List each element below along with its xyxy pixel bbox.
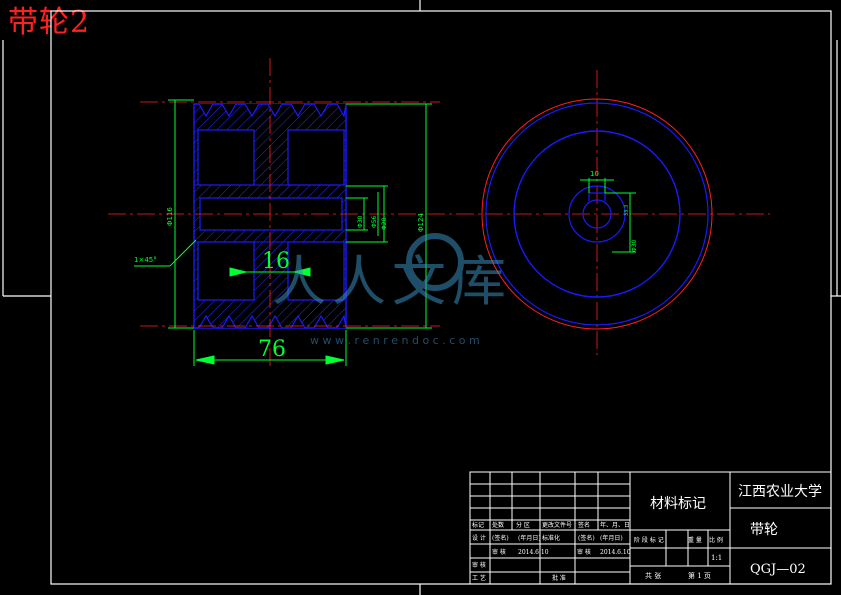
design-date-hint: (年月日) [518,534,541,542]
design-sign: (签名) [492,534,509,542]
material-label: 材料标记 [650,496,706,512]
bore-dia-label: Φ30 [631,239,638,252]
watermark-brand: 人人文库 [272,250,512,313]
keyway-depth-label: 33.3 [624,205,630,216]
review-row-label: 审 核 [492,548,506,556]
standard-sign: (签名) [578,534,595,542]
chamfer-label: 1×45° [134,256,157,264]
dim-inner-1-label: Φ30 [357,215,364,228]
sheet-total: 共 张 [645,571,661,580]
design-label: 设 计 [472,534,486,542]
header-zone: 分 区 [516,521,530,529]
standard-label: 标准化 [542,534,560,542]
header-change-doc: 更改文件号 [542,521,572,529]
standard-date: 2014.6.10 [600,549,631,556]
ratio-label: 比 例 [709,536,723,544]
design-date: 2014.6.10 [518,549,549,556]
dim-outer-dia-label: Φ116 [166,207,174,226]
keyway-width-label: 10 [590,170,599,178]
dim-right-dia-label: Φ124 [417,213,425,232]
standard-date-hint: (年月日) [600,534,623,542]
drawing-number: QGJ—02 [750,562,806,577]
part-name: 带轮 [750,522,778,538]
scale-value: 1:1 [711,554,722,562]
header-count: 处数 [492,521,504,529]
school-name: 江西农业大学 [738,484,822,500]
dim-inner-2-label: Φ56 [371,215,378,228]
dim-width-label: 76 [258,337,286,362]
weight-label: 重 量 [688,536,702,544]
title-block-text: 材料标记 江西农业大学 带轮 QGJ—02 1:1 共 张 第 1 页 阶 段 … [472,484,822,582]
header-sign: 签名 [578,521,590,529]
header-mark: 标记 [472,521,484,529]
watermark-url: w w w . r e n r e n d o c . c o m [310,334,480,347]
audit-label: 审 核 [472,561,486,569]
dim-inner-3-label: Φ28 [381,217,388,230]
header-date: 年、月、日 [600,521,630,529]
process-label: 工 艺 [472,574,486,582]
sheet-index: 第 1 页 [688,571,711,580]
approve-label: 批 准 [552,574,566,582]
cad-drawing: 76 16 Φ116 Φ124 Φ30 Φ56 Φ28 1×45° 10 33.… [2,0,841,595]
stage-mark-label: 阶 段 标 记 [634,536,664,544]
watermark: 人人文库 w w w . r e n r e n d o c . c o m [272,233,512,347]
review-label-2: 审 核 [577,548,591,556]
